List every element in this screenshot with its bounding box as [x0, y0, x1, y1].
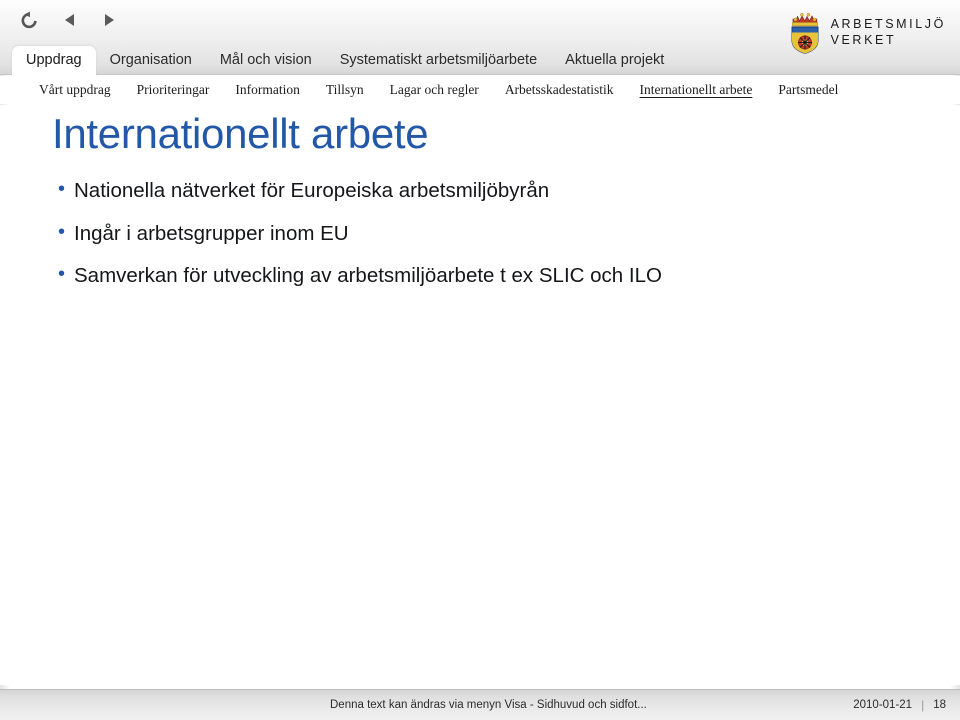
subnav-item-tillsyn[interactable]: Tillsyn — [313, 83, 377, 97]
tab-label: Uppdrag — [26, 51, 82, 68]
bullet-dot-icon: • — [58, 178, 66, 200]
presentation-page: Uppdrag Organisation Mål och vision Syst… — [0, 0, 960, 720]
slide-footer: Denna text kan ändras via menyn Visa - S… — [0, 689, 960, 720]
logo-line-2: VERKET — [830, 32, 897, 47]
subnav-item-arbetsskadestatistik[interactable]: Arbetsskadestatistik — [492, 83, 627, 97]
list-item-text: Nationella nätverket för Europeiska arbe… — [74, 179, 550, 202]
footer-date: 2010-01-21 — [853, 699, 913, 711]
secondary-nav-bar: Vårt uppdrag Prioriteringar Information … — [0, 76, 960, 104]
subnav-label: Arbetsskadestatistik — [504, 82, 614, 98]
footer-separator: | — [921, 698, 925, 712]
subnav-label: Partsmedel — [778, 82, 839, 98]
list-item: • Nationella nätverket för Europeiska ar… — [58, 179, 908, 203]
toolbar — [18, 6, 120, 34]
subnav-item-internationellt-arbete[interactable]: Internationellt arbete — [627, 83, 766, 97]
footer-note: Denna text kan ändras via menyn Visa - S… — [330, 699, 647, 711]
subnav-item-prioriteringar[interactable]: Prioriteringar — [124, 83, 223, 97]
subnav-label: Tillsyn — [325, 82, 364, 98]
subnav-label: Information — [235, 82, 300, 98]
tab-label: Mål och vision — [219, 51, 312, 68]
tab-systematiskt-arbetsmiljoarbete[interactable]: Systematiskt arbetsmiljöarbete — [326, 47, 551, 76]
list-item: • Samverkan för utveckling av arbetsmilj… — [58, 264, 908, 288]
previous-arrow-icon[interactable] — [58, 9, 80, 31]
top-chrome: Uppdrag Organisation Mål och vision Syst… — [0, 0, 960, 76]
bullet-list: • Nationella nätverket för Europeiska ar… — [58, 179, 908, 307]
next-arrow-icon[interactable] — [98, 9, 120, 31]
tab-label: Systematiskt arbetsmiljöarbete — [339, 51, 538, 68]
list-item: • Ingår i arbetsgrupper inom EU — [58, 222, 908, 246]
reload-icon[interactable] — [18, 9, 40, 31]
subnav-item-lagar-och-regler[interactable]: Lagar och regler — [377, 83, 492, 97]
bullet-dot-icon: • — [58, 263, 66, 286]
subnav-label: Lagar och regler — [389, 82, 479, 98]
page-number: 18 — [933, 699, 946, 711]
tab-organisation[interactable]: Organisation — [96, 47, 206, 76]
subnav-label: Vårt uppdrag — [39, 82, 111, 98]
tab-uppdrag[interactable]: Uppdrag — [12, 45, 96, 76]
arbetsmiljoverket-logo: ARBETSMILJÖ VERKET — [788, 8, 946, 56]
swedish-coat-of-arms-crest-icon — [791, 13, 819, 54]
tab-label: Aktuella projekt — [565, 51, 665, 68]
logo-line-1: ARBETSMILJÖ — [830, 17, 946, 31]
tab-label: Organisation — [109, 51, 192, 68]
list-item-text: Ingår i arbetsgrupper inom EU — [74, 221, 349, 245]
bullet-dot-icon: • — [58, 220, 66, 243]
list-item-text: Samverkan för utveckling av arbetsmiljöa… — [74, 264, 662, 288]
slide-content-area: Internationellt arbete • Nationella nätv… — [0, 105, 960, 685]
tab-aktuella-projekt[interactable]: Aktuella projekt — [551, 47, 678, 76]
subnav-label: Internationellt arbete — [639, 82, 753, 98]
subnav-label: Prioriteringar — [136, 82, 210, 98]
subnav-item-information[interactable]: Information — [222, 83, 312, 97]
subnav-item-partsmedel[interactable]: Partsmedel — [765, 83, 851, 97]
tab-mal-och-vision[interactable]: Mål och vision — [206, 47, 326, 76]
page-title: Internationellt arbete — [52, 110, 429, 157]
subnav-item-vart-uppdrag[interactable]: Vårt uppdrag — [26, 83, 124, 97]
footer-meta: 2010-01-21 | 18 — [853, 698, 946, 712]
